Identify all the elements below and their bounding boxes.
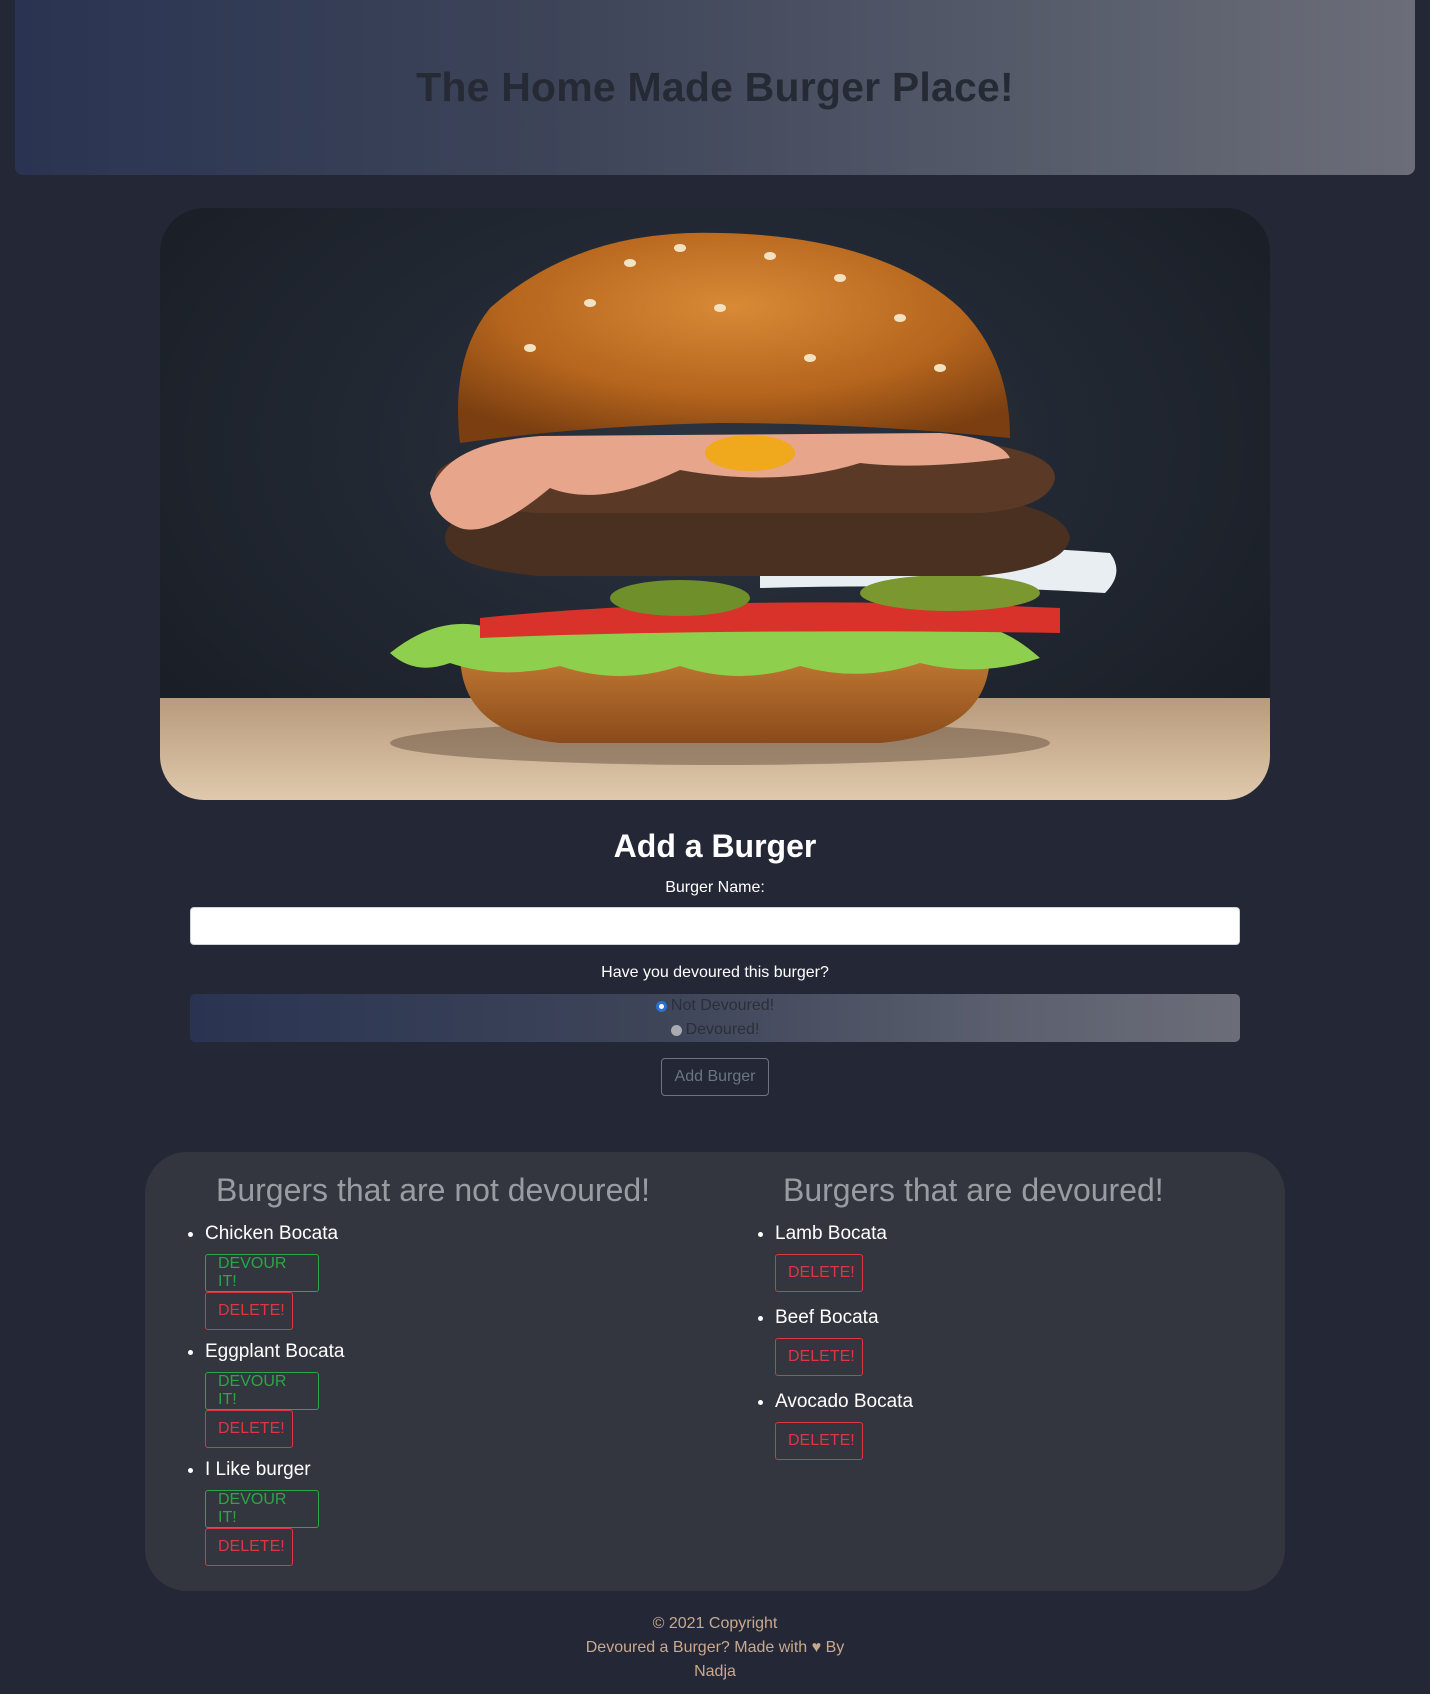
burger-name: Lamb Bocata <box>775 1223 887 1244</box>
list-item: Chicken Bocata DEVOUR IT! DELETE! <box>205 1220 344 1330</box>
list-item: Lamb Bocata DELETE! <box>775 1220 913 1292</box>
burger-name: Eggplant Bocata <box>205 1341 345 1362</box>
radio-devoured-label: Devoured! <box>685 1021 760 1038</box>
burger-name: Beef Bocata <box>775 1307 879 1328</box>
burger-name-input[interactable] <box>190 907 1240 945</box>
radio-not-devoured-label: Not Devoured! <box>670 997 775 1014</box>
devoured-list: Lamb Bocata DELETE! Beef Bocata DELETE! … <box>775 1220 913 1460</box>
burger-illustration <box>160 232 1270 800</box>
heart-icon: ♥ <box>811 1639 822 1656</box>
devoured-question-label: Have you devoured this burger? <box>601 964 829 981</box>
radio-selected-icon[interactable] <box>655 1000 667 1012</box>
made-with-prefix: Devoured a Burger? Made with <box>585 1639 808 1656</box>
list-item: Avocado Bocata DELETE! <box>775 1388 913 1460</box>
delete-button[interactable]: DELETE! <box>205 1528 293 1566</box>
made-with-suffix: By <box>825 1639 845 1656</box>
form-title: Add a Burger <box>613 828 817 864</box>
burger-photo <box>160 208 1270 800</box>
not-devoured-heading: Burgers that are not devoured! <box>216 1172 651 1208</box>
page-footer: © 2021 Copyright Devoured a Burger? Made… <box>0 1612 1430 1684</box>
list-item: I Like burger DEVOUR IT! DELETE! <box>205 1456 344 1566</box>
delete-button[interactable]: DELETE! <box>775 1338 863 1376</box>
burger-name: Avocado Bocata <box>775 1391 914 1412</box>
add-burger-button[interactable]: Add Burger <box>661 1058 769 1096</box>
delete-button[interactable]: DELETE! <box>775 1254 863 1292</box>
radio-unselected-icon[interactable] <box>670 1024 682 1036</box>
list-item: Beef Bocata DELETE! <box>775 1304 913 1376</box>
copyright-text: © 2021 Copyright <box>652 1615 778 1632</box>
author-name: Nadja <box>694 1663 736 1680</box>
burger-name: I Like burger <box>205 1459 311 1480</box>
delete-button[interactable]: DELETE! <box>205 1292 293 1330</box>
delete-button[interactable]: DELETE! <box>775 1422 863 1460</box>
devour-button[interactable]: DEVOUR IT! <box>205 1490 319 1528</box>
burger-lists-panel: Burgers that are not devoured! Chicken B… <box>145 1152 1285 1591</box>
devoured-radio-group: Not Devoured! Devoured! <box>190 994 1240 1042</box>
radio-not-devoured[interactable]: Not Devoured! <box>655 994 775 1018</box>
burger-name: Chicken Bocata <box>205 1223 339 1244</box>
not-devoured-list: Chicken Bocata DEVOUR IT! DELETE! Eggpla… <box>205 1220 344 1566</box>
devour-button[interactable]: DEVOUR IT! <box>205 1372 319 1410</box>
made-with-text: Devoured a Burger? Made with ♥ By Nadja <box>570 1636 860 1684</box>
burger-name-label: Burger Name: <box>665 879 765 896</box>
delete-button[interactable]: DELETE! <box>205 1410 293 1448</box>
list-item: Eggplant Bocata DEVOUR IT! DELETE! <box>205 1338 344 1448</box>
devoured-heading: Burgers that are devoured! <box>783 1172 1164 1208</box>
page-title: The Home Made Burger Place! <box>416 64 1014 110</box>
devour-button[interactable]: DEVOUR IT! <box>205 1254 319 1292</box>
page-header: The Home Made Burger Place! <box>15 0 1415 175</box>
radio-devoured[interactable]: Devoured! <box>670 1018 760 1042</box>
